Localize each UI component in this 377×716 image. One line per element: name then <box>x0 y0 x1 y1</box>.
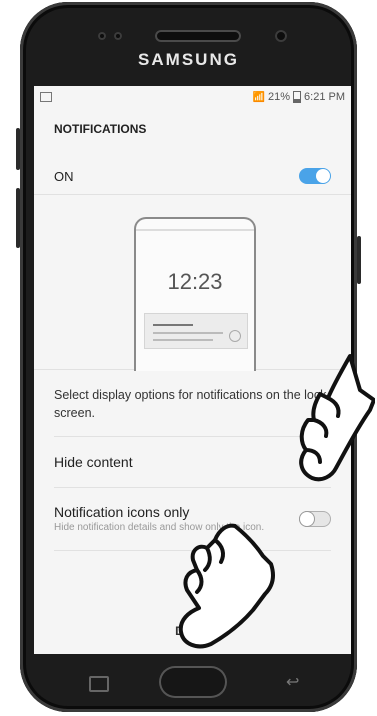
icons-only-label: Notification icons only <box>54 504 190 521</box>
status-bar: 📶 21% 6:21 PM <box>34 86 351 108</box>
sensor-icon-2 <box>114 32 122 40</box>
lock-screen-illustration: 12:23 <box>34 195 351 371</box>
page-title: NOTIFICATIONS <box>54 122 147 136</box>
master-toggle-label: ON <box>54 168 74 184</box>
phone-frame: SAMSUNG 📶 21% 6:21 PM NOTIFICATIONS ON 1… <box>0 0 377 716</box>
toggle-knob <box>316 169 330 183</box>
toggle-knob <box>300 512 314 527</box>
status-right: 📶 21% 6:21 PM <box>253 91 345 103</box>
status-time: 6:21 PM <box>304 91 345 103</box>
icons-only-switch[interactable] <box>299 511 331 528</box>
illustration-line-3 <box>153 339 213 341</box>
image-icon <box>40 92 52 102</box>
illustration-notification <box>144 313 248 349</box>
front-camera-icon <box>275 30 287 42</box>
illustration-circle <box>229 330 241 342</box>
sensor-icon <box>98 32 106 40</box>
home-button[interactable] <box>159 666 227 698</box>
illustration-bar <box>136 229 254 231</box>
speaker-grille <box>155 30 241 42</box>
illustration-line-2 <box>153 332 223 334</box>
illustration-phone: 12:23 <box>134 217 256 371</box>
wifi-icon: 📶 <box>252 91 265 103</box>
illustration-clock: 12:23 <box>167 269 223 294</box>
recent-apps-icon[interactable] <box>89 676 109 692</box>
brand-logo: SAMSUNG <box>138 50 239 69</box>
battery-icon <box>293 91 302 103</box>
bottom-bezel: ↩ <box>34 654 351 712</box>
hide-content-label: Hide content <box>54 454 133 471</box>
power-button <box>357 236 361 284</box>
pointing-hand-icon-2 <box>178 523 275 649</box>
pointing-hand-icon <box>299 354 375 482</box>
master-toggle-row[interactable]: ON <box>34 158 351 194</box>
battery-percent: 21% <box>268 91 291 103</box>
master-toggle-switch[interactable] <box>299 168 331 184</box>
back-icon[interactable]: ↩ <box>286 672 299 692</box>
illustration-line <box>153 324 193 326</box>
